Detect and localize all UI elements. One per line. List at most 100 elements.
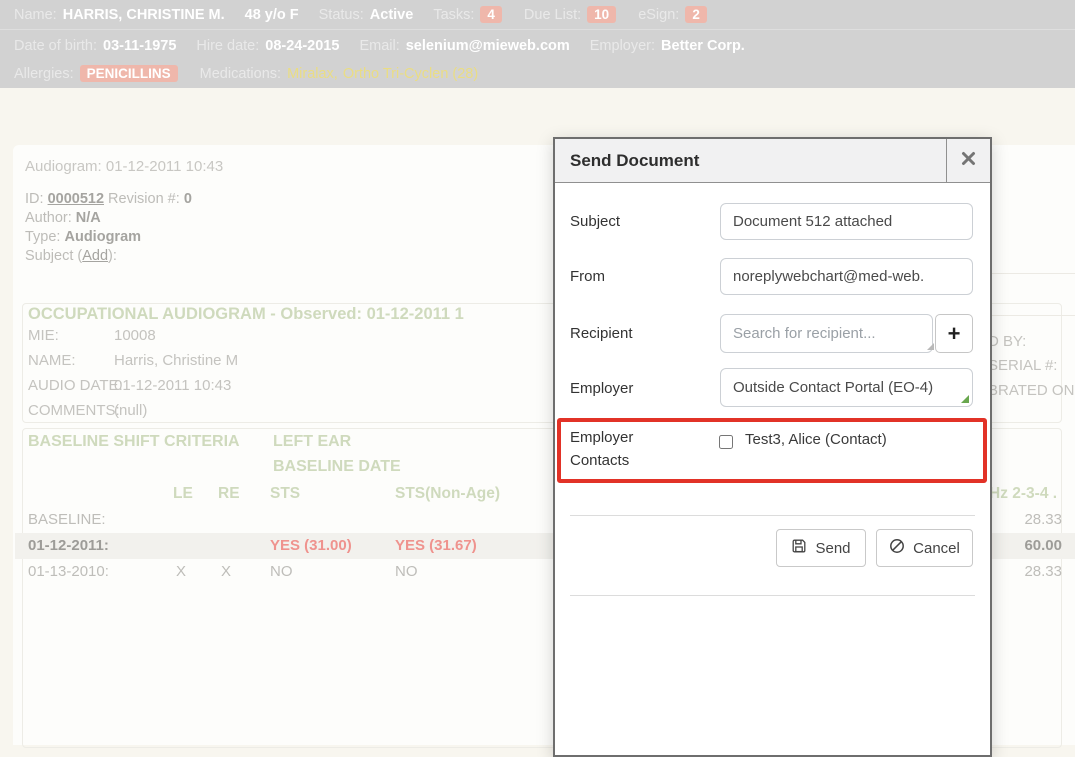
from-input[interactable] — [720, 258, 973, 295]
col-header-re: RE — [218, 485, 240, 503]
subject-label-suffix: ): — [108, 248, 117, 264]
email-value: selenium@mieweb.com — [406, 38, 570, 54]
table-row-2010-label: 01-13-2010: — [28, 563, 109, 580]
col-header-hz: Hz 2-3-4 . — [989, 485, 1057, 503]
subject-input[interactable] — [720, 203, 973, 240]
recipient-search-input[interactable] — [720, 314, 933, 353]
esign-count-badge[interactable]: 2 — [685, 6, 707, 23]
document-subject-line: Subject (Add): — [25, 248, 117, 264]
name-label: Name: — [14, 7, 57, 23]
right-section-divider-2 — [983, 315, 1075, 316]
cancel-button[interactable]: Cancel — [876, 529, 973, 567]
modal-divider-bottom — [570, 595, 975, 596]
employer-select-value: Outside Contact Portal (EO-4) — [733, 379, 933, 396]
mie-label: MIE: — [28, 327, 59, 344]
save-icon — [791, 538, 807, 558]
allergy-badge[interactable]: PENICILLINS — [80, 65, 178, 82]
name-row-label: NAME: — [28, 352, 76, 369]
table-row-baseline-label: BASELINE: — [28, 511, 106, 528]
document-id-link[interactable]: 0000512 — [48, 191, 104, 207]
left-ear-header: LEFT EAR — [273, 433, 351, 451]
employer-dropdown-icon — [961, 395, 969, 403]
right-section-divider-1 — [983, 273, 1075, 274]
revision-label: Revision #: — [108, 191, 180, 207]
medications-label: Medications: — [200, 66, 281, 82]
send-button[interactable]: Send — [776, 529, 866, 567]
recipient-resize-grip-icon[interactable] — [927, 343, 934, 350]
modal-divider-top — [570, 515, 975, 516]
employer-value: Better Corp. — [661, 38, 745, 54]
employer-select[interactable]: Outside Contact Portal (EO-4) — [720, 368, 973, 407]
close-button[interactable] — [946, 139, 990, 183]
mie-value: 10008 — [114, 327, 156, 344]
esign-label: eSign: — [638, 7, 679, 23]
from-field-label: From — [570, 268, 605, 285]
table-row-2011-label: 01-12-2011: — [28, 537, 109, 554]
document-header: Audiogram: 01-12-2011 10:43 — [25, 158, 223, 175]
calibrated-fragment: BRATED ON — [988, 382, 1074, 399]
col-header-sts-nonage: STS(Non-Age) — [395, 485, 500, 503]
table-row-2011-sts-nonage: YES (31.67) — [395, 537, 477, 554]
tasks-label: Tasks: — [433, 7, 474, 23]
patient-banner-row2: Date of birth: 03-11-1975 Hire date: 08-… — [0, 31, 1075, 60]
highlight-annotation-box — [557, 418, 987, 483]
employer-field-label: Employer — [570, 380, 633, 397]
patient-age-sex: 48 y/o F — [245, 7, 299, 23]
occupational-title: OCCUPATIONAL AUDIOGRAM - Observed: 01-12… — [28, 305, 464, 324]
table-row-2010-sts: NO — [270, 563, 293, 580]
status-value: Active — [370, 7, 414, 23]
tasks-count-badge[interactable]: 4 — [480, 6, 502, 23]
employer-contact-option-label: Test3, Alice (Contact) — [745, 431, 887, 448]
send-document-modal: Send Document Subject From Recipient + E… — [553, 137, 992, 757]
baseline-date-header: BASELINE DATE — [273, 458, 401, 476]
tested-by-fragment: D BY: — [988, 333, 1026, 350]
dob-label: Date of birth: — [14, 38, 97, 54]
col-header-le: LE — [173, 485, 193, 503]
modal-title: Send Document — [555, 139, 990, 183]
author-value: N/A — [76, 210, 101, 226]
comments-value: (null) — [114, 402, 147, 419]
revision-value: 0 — [184, 191, 192, 207]
document-type-line: Type: Audiogram — [25, 229, 141, 245]
medication-link-ortho[interactable]: Ortho Tri-Cyclen (28) — [343, 66, 478, 82]
due-list-count-badge[interactable]: 10 — [587, 6, 616, 23]
allergies-label: Allergies: — [14, 66, 74, 82]
subject-add-link[interactable]: Add — [82, 248, 108, 264]
medication-link-miralax[interactable]: Miralax, — [287, 66, 338, 82]
employer-contacts-label-line2: Contacts — [570, 452, 629, 469]
employer-contact-checkbox[interactable] — [719, 435, 733, 449]
hire-date-value: 08-24-2015 — [265, 38, 339, 54]
subject-label: Subject ( — [25, 248, 82, 264]
type-label: Type: — [25, 229, 60, 245]
table-row-2010-re: X — [221, 563, 231, 580]
table-row-2011-sts: YES (31.00) — [270, 537, 352, 554]
table-row-2010-le: X — [176, 563, 186, 580]
patient-banner-row3: Allergies: PENICILLINS Medications: Mira… — [0, 60, 1075, 87]
document-id-line: ID: 0000512 Revision #: 0 — [25, 191, 192, 207]
audio-date-label: AUDIO DATE: — [28, 377, 123, 394]
send-button-label: Send — [815, 540, 850, 557]
type-value: Audiogram — [65, 229, 142, 245]
add-recipient-button[interactable]: + — [935, 314, 973, 353]
audio-date-value: 01-12-2011 10:43 — [114, 377, 231, 394]
hire-date-label: Hire date: — [196, 38, 259, 54]
id-label: ID: — [25, 191, 44, 207]
dob-value: 03-11-1975 — [103, 38, 176, 54]
email-label: Email: — [359, 38, 399, 54]
recipient-field-label: Recipient — [570, 325, 633, 342]
baseline-title: BASELINE SHIFT CRITERIA — [28, 433, 240, 451]
author-label: Author: — [25, 210, 72, 226]
employer-label: Employer: — [590, 38, 655, 54]
patient-name: HARRIS, CHRISTINE M. — [63, 7, 225, 23]
patient-banner: Name: HARRIS, CHRISTINE M. 48 y/o F Stat… — [0, 0, 1075, 88]
document-author-line: Author: N/A — [25, 210, 101, 226]
cancel-button-label: Cancel — [913, 540, 960, 557]
status-label: Status: — [319, 7, 364, 23]
modal-header: Send Document — [555, 139, 990, 183]
table-row-2010-sts-nonage: NO — [395, 563, 418, 580]
close-icon — [961, 151, 976, 171]
name-row-value: Harris, Christine M — [114, 352, 238, 369]
subject-field-label: Subject — [570, 213, 620, 230]
serial-fragment: SERIAL #: — [988, 357, 1057, 374]
due-list-label: Due List: — [524, 7, 581, 23]
